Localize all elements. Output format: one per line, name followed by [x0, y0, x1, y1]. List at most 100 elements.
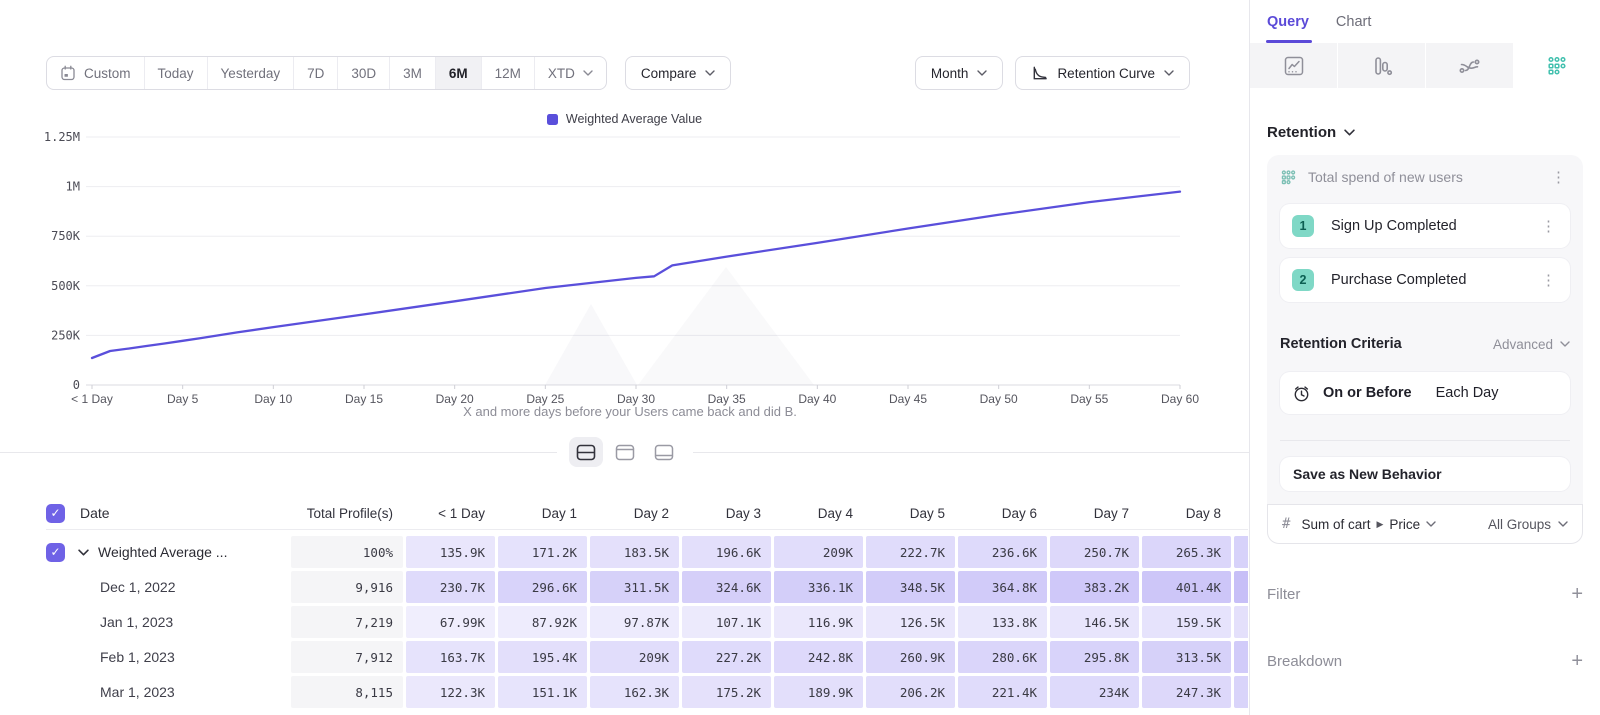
retention-value-cell[interactable]: 67.99K: [406, 606, 495, 638]
retention-value-cell[interactable]: 159.5K: [1142, 606, 1231, 638]
compare-button[interactable]: Compare: [625, 56, 732, 90]
retention-value-cell[interactable]: 236.6K: [958, 536, 1047, 568]
date-range-30d[interactable]: 30D: [338, 57, 390, 89]
retention-value-cell[interactable]: 311.5K: [590, 571, 679, 603]
retention-value-cell[interactable]: 209K: [590, 641, 679, 673]
retention-value-cell[interactable]: 107.1K: [682, 606, 771, 638]
retention-value-cell[interactable]: 230.7K: [406, 571, 495, 603]
kebab-menu-icon[interactable]: ⋮: [1537, 217, 1560, 235]
column-header[interactable]: Day 4: [774, 506, 863, 521]
add-breakdown-button[interactable]: +: [1571, 651, 1583, 671]
behavior-title[interactable]: Total spend of new users: [1308, 169, 1536, 185]
retention-value-cell[interactable]: 126.5K: [866, 606, 955, 638]
total-profiles-cell[interactable]: 7,912: [291, 641, 403, 673]
retention-value-cell[interactable]: 265.3K: [1142, 536, 1231, 568]
retention-value-cell[interactable]: 295.8K: [1050, 641, 1139, 673]
column-header[interactable]: Day 7: [1050, 506, 1139, 521]
column-header[interactable]: Day 2: [590, 506, 679, 521]
retention-value-cell[interactable]: 364.8K: [958, 571, 1047, 603]
behavior-step-1[interactable]: 1 Sign Up Completed ⋮: [1280, 204, 1570, 248]
retention-value-cell[interactable]: 171.2K: [498, 536, 587, 568]
tab-chart[interactable]: Chart: [1336, 14, 1371, 30]
date-range-custom[interactable]: Custom: [47, 57, 145, 89]
retention-value-cell[interactable]: 383.2K: [1050, 571, 1139, 603]
retention-value-cell[interactable]: 122.3K: [406, 676, 495, 708]
retention-value-cell[interactable]: 87.92K: [498, 606, 587, 638]
retention-value-cell[interactable]: 183.5K: [590, 536, 679, 568]
chart-type-button[interactable]: Retention Curve: [1015, 56, 1190, 90]
retention-value-cell[interactable]: 313.5K: [1142, 641, 1231, 673]
granularity-button[interactable]: Month: [915, 56, 1004, 90]
date-range-yesterday[interactable]: Yesterday: [208, 57, 295, 89]
behavior-step-2[interactable]: 2 Purchase Completed ⋮: [1280, 258, 1570, 302]
retention-value-cell[interactable]: 175.2K: [682, 676, 771, 708]
retention-value-cell[interactable]: 162.3K: [590, 676, 679, 708]
retention-value-cell[interactable]: 247.3K: [1142, 676, 1231, 708]
total-profiles-cell[interactable]: 7,219: [291, 606, 403, 638]
report-type-retention[interactable]: [1514, 43, 1600, 88]
report-type-funnels[interactable]: [1338, 43, 1426, 88]
retention-value-cell[interactable]: 250.7K: [1050, 536, 1139, 568]
retention-value-cell[interactable]: 146.5K: [1050, 606, 1139, 638]
retention-value-cell[interactable]: 163.7K: [406, 641, 495, 673]
tab-query[interactable]: Query: [1267, 14, 1309, 30]
total-profiles-cell[interactable]: 9,916: [291, 571, 403, 603]
layout-toggle-chart-and-table[interactable]: [569, 437, 603, 467]
column-header[interactable]: Day 5: [866, 506, 955, 521]
retention-value-cell[interactable]: 222.7K: [866, 536, 955, 568]
column-header[interactable]: Day 3: [682, 506, 771, 521]
retention-line-series[interactable]: [92, 192, 1180, 358]
groups-dropdown[interactable]: All Groups: [1488, 517, 1568, 532]
retention-value-cell[interactable]: 221.4K: [958, 676, 1047, 708]
retention-value-cell[interactable]: 324.6K: [682, 571, 771, 603]
column-header[interactable]: Day 6: [958, 506, 1047, 521]
retention-value-cell[interactable]: 135.9K: [406, 536, 495, 568]
layout-toggle-chart-only[interactable]: [608, 437, 642, 467]
retention-value-cell[interactable]: 189.9K: [774, 676, 863, 708]
retention-value-cell[interactable]: 133.8K: [958, 606, 1047, 638]
retention-value-cell[interactable]: 280.6K: [958, 641, 1047, 673]
criteria-condition-row[interactable]: On or Before Each Day: [1280, 372, 1570, 414]
total-profiles-cell[interactable]: 100%: [291, 536, 403, 568]
retention-value-cell[interactable]: 116.9K: [774, 606, 863, 638]
retention-value-cell[interactable]: 209K: [774, 536, 863, 568]
retention-value-cell[interactable]: 401.4K: [1142, 571, 1231, 603]
report-type-flows[interactable]: [1426, 43, 1514, 88]
retention-value-cell[interactable]: 336.1K: [774, 571, 863, 603]
date-range-3m[interactable]: 3M: [390, 57, 436, 89]
retention-value-cell[interactable]: 227.2K: [682, 641, 771, 673]
retention-chart[interactable]: 0250K500K750K1M1.25M< 1 DayDay 5Day 10Da…: [0, 100, 1249, 432]
date-range-12m[interactable]: 12M: [482, 57, 535, 89]
row-checkbox[interactable]: ✓: [46, 543, 65, 562]
retention-value-cell[interactable]: 195.4K: [498, 641, 587, 673]
date-range-6m[interactable]: 6M: [436, 57, 482, 89]
retention-value-cell[interactable]: 196.6K: [682, 536, 771, 568]
retention-value-cell[interactable]: 206.2K: [866, 676, 955, 708]
measure-property-dropdown[interactable]: Sum of cart ▶ Price: [1301, 517, 1436, 532]
retention-value-cell[interactable]: 296.6K: [498, 571, 587, 603]
kebab-menu-icon[interactable]: ⋮: [1547, 168, 1570, 186]
add-filter-button[interactable]: +: [1571, 584, 1583, 604]
column-header[interactable]: Total Profile(s): [291, 506, 403, 521]
report-section-selector[interactable]: Retention: [1267, 124, 1583, 141]
retention-value-cell[interactable]: 348.5K: [866, 571, 955, 603]
select-all-checkbox[interactable]: ✓: [46, 504, 65, 523]
expand-chevron-icon[interactable]: [78, 549, 89, 556]
retention-value-cell[interactable]: 97.87K: [590, 606, 679, 638]
retention-value-cell[interactable]: 242.8K: [774, 641, 863, 673]
kebab-menu-icon[interactable]: ⋮: [1537, 271, 1560, 289]
column-header[interactable]: Day 1: [498, 506, 587, 521]
criteria-mode-dropdown[interactable]: Advanced: [1493, 337, 1570, 352]
date-range-xtd[interactable]: XTD: [535, 57, 606, 89]
total-profiles-cell[interactable]: 8,115: [291, 676, 403, 708]
date-range-7d[interactable]: 7D: [294, 57, 338, 89]
date-range-today[interactable]: Today: [145, 57, 208, 89]
retention-value-cell[interactable]: 234K: [1050, 676, 1139, 708]
retention-value-cell[interactable]: 260.9K: [866, 641, 955, 673]
column-header[interactable]: Day 8: [1142, 506, 1231, 521]
report-type-insights[interactable]: [1250, 43, 1338, 88]
save-as-new-behavior-button[interactable]: Save as New Behavior: [1280, 457, 1570, 491]
column-header[interactable]: < 1 Day: [406, 506, 495, 521]
layout-toggle-table-only[interactable]: [647, 437, 681, 467]
retention-value-cell[interactable]: 151.1K: [498, 676, 587, 708]
